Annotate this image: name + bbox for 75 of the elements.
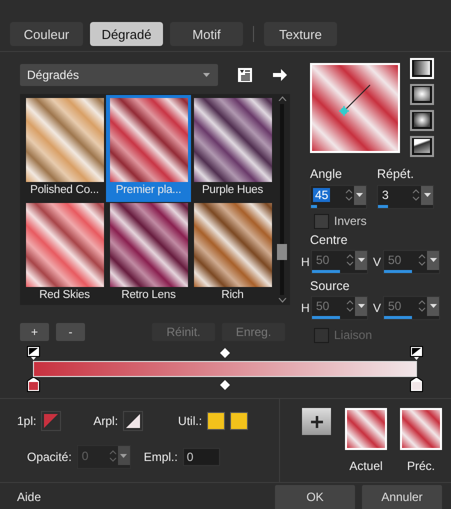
spinner-arrows-icon[interactable] [344, 187, 354, 204]
current-gradient-swatch[interactable] [345, 408, 387, 450]
scroll-thumb[interactable] [277, 244, 287, 260]
tab[interactable]: Texture [264, 22, 337, 46]
field-label: Répét. [377, 166, 415, 181]
axis-label: H [301, 254, 309, 269]
linear-style-button[interactable] [410, 58, 434, 79]
gradient-bar[interactable] [33, 360, 417, 377]
field-label: Opacité: [27, 450, 72, 464]
checkbox-label: Invers [334, 214, 367, 228]
dropdown-button[interactable] [421, 186, 433, 205]
caret-icon [203, 72, 210, 77]
checkbox-label: Liaison [334, 328, 372, 342]
radial-style-button[interactable] [410, 110, 434, 131]
help-link[interactable]: Aide [17, 490, 42, 504]
previous-gradient-swatch[interactable] [400, 408, 442, 450]
user-color-swatch[interactable] [230, 412, 248, 430]
scroll-up-icon[interactable] [278, 96, 286, 101]
caret-icon [120, 454, 128, 458]
spin-field[interactable]: 45 [310, 184, 367, 209]
caret-icon [430, 304, 436, 308]
scrollbar[interactable] [277, 94, 287, 305]
background-swatch[interactable] [123, 411, 144, 431]
input-field[interactable]: 0 [182, 448, 220, 466]
tab[interactable]: Motif [170, 22, 243, 46]
section-label: Source [310, 278, 351, 293]
field-label: Angle [310, 166, 343, 181]
list-icon[interactable] [237, 66, 253, 83]
opacity-stop-icon[interactable] [410, 346, 423, 360]
swatch-label: Préc. [406, 459, 435, 473]
section-label: Centre [310, 232, 349, 247]
spinner-arrows-icon[interactable] [411, 187, 421, 204]
caret-icon [424, 193, 430, 198]
plus-icon [310, 416, 322, 428]
preset-button[interactable]: + [20, 322, 49, 341]
caret-icon [358, 258, 364, 262]
gradient-preset[interactable]: Rich [190, 200, 275, 307]
foreground-swatch[interactable] [41, 411, 62, 431]
caret-icon [358, 304, 364, 308]
gradient-preset[interactable]: Red Skies [22, 200, 107, 307]
tab[interactable]: Couleur [10, 22, 83, 46]
gradient-preview[interactable] [310, 62, 400, 153]
caret-icon [356, 193, 364, 198]
axis-label: V [373, 300, 381, 315]
axis-label: H [301, 300, 309, 315]
preset-button[interactable]: - [56, 322, 85, 341]
midpoint-icon[interactable] [220, 348, 230, 358]
rectangular-style-button[interactable] [410, 84, 434, 105]
sunburst-style-button[interactable] [410, 136, 434, 157]
dropdown-button[interactable] [354, 186, 366, 205]
user-color-swatch[interactable] [207, 412, 226, 430]
add-button[interactable] [302, 408, 331, 435]
checkbox[interactable] [314, 214, 329, 229]
midpoint-icon[interactable] [220, 380, 230, 390]
spin-field[interactable]: 3 [377, 184, 434, 209]
color-stop-icon[interactable] [27, 377, 40, 392]
swatch-label: Arpl: [93, 414, 118, 428]
tab[interactable]: Dégradé [90, 22, 163, 46]
axis-label: V [373, 254, 381, 269]
gradient-preset[interactable]: Purple Hues [190, 94, 275, 202]
scroll-down-icon[interactable] [278, 298, 286, 303]
swatch-label: Util.: [178, 414, 202, 428]
caret-icon [430, 258, 436, 262]
color-stop-icon[interactable] [410, 377, 423, 392]
swatch-label: Actuel [349, 459, 383, 473]
arrow-right-icon[interactable] [272, 68, 288, 82]
gradient-preset[interactable]: Polished Co... [22, 94, 107, 202]
dialog-button[interactable]: Annuler [362, 485, 442, 509]
gradient-preset[interactable]: Retro Lens [106, 200, 191, 307]
opacity-stop-icon[interactable] [27, 346, 40, 360]
swatch-label: 1pl: [17, 414, 36, 428]
gradient-preset[interactable]: Premier pla... [106, 94, 191, 202]
dialog-button[interactable]: OK [275, 485, 355, 509]
category-dropdown[interactable]: Dégradés [20, 64, 218, 86]
field-label: Empl.: [144, 450, 178, 464]
